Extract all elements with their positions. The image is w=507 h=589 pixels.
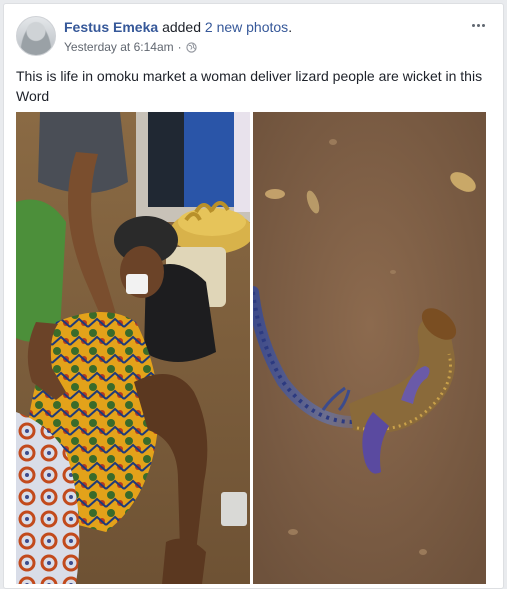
lizard-photo[interactable]	[253, 112, 486, 584]
globe-icon[interactable]	[186, 41, 197, 53]
post-title-line: Festus Emeka added 2 new photos.	[64, 19, 292, 35]
market-woman-photo[interactable]	[16, 112, 250, 584]
action-prefix: added	[162, 19, 201, 35]
more-options-icon[interactable]	[467, 16, 489, 34]
post-header: Festus Emeka added 2 new photos. Yesterd…	[16, 16, 491, 60]
action-suffix: .	[288, 19, 293, 35]
meta-separator: ·	[177, 40, 182, 54]
post-card: Festus Emeka added 2 new photos. Yesterd…	[3, 3, 504, 589]
author-name-link[interactable]: Festus Emeka	[64, 19, 158, 35]
post-timestamp[interactable]: Yesterday at 6:14am	[64, 40, 174, 54]
post-action: added 2 new photos.	[162, 19, 292, 35]
photo-grid	[16, 112, 486, 584]
photos-link[interactable]: 2 new photos	[205, 19, 288, 35]
post-meta: Yesterday at 6:14am ·	[64, 40, 197, 54]
author-avatar[interactable]	[16, 16, 56, 56]
post-text: This is life in omoku market a woman del…	[16, 68, 483, 104]
